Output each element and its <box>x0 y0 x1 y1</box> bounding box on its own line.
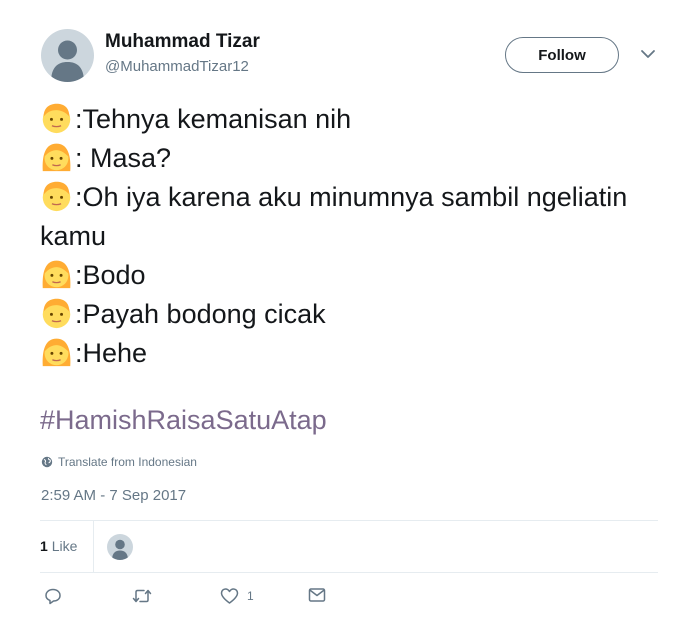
default-avatar-icon <box>112 539 128 560</box>
liker-avatar[interactable] <box>107 534 133 560</box>
hashtag-link[interactable]: #HamishRaisaSatuAtap <box>40 405 327 436</box>
like-button[interactable]: 1 <box>220 587 254 605</box>
tweet-line: :Tehnya kemanisan nih <box>40 100 660 139</box>
envelope-icon <box>308 588 326 602</box>
boy-emoji <box>42 181 71 212</box>
tweet-line-text: :Oh iya karena aku minumnya sambil ngeli… <box>40 182 628 251</box>
boy-emoji <box>42 298 71 329</box>
tweet-line-text: : Masa? <box>75 143 172 173</box>
like-count: 1 <box>247 589 254 603</box>
girl-emoji <box>42 143 71 172</box>
heart-icon <box>220 588 239 604</box>
likes-label: Like <box>51 538 78 554</box>
girl-emoji <box>42 338 71 367</box>
tweet-stats: 1 Like <box>40 521 658 572</box>
tweet-line: :Oh iya karena aku minumnya sambil ngeli… <box>40 178 660 256</box>
default-avatar-icon <box>51 40 84 82</box>
tweet-line-text: :Tehnya kemanisan nih <box>75 104 352 134</box>
translate-link[interactable]: Translate from Indonesian <box>41 455 197 469</box>
tweet-line: :Hehe <box>40 334 660 373</box>
stats-separator <box>93 521 94 572</box>
direct-message-button[interactable] <box>308 587 326 603</box>
tweet-text: :Tehnya kemanisan nih : Masa? :Oh iya ka… <box>40 100 660 373</box>
tweet-line: : Masa? <box>40 139 660 178</box>
retweet-button[interactable] <box>132 587 152 605</box>
boy-emoji <box>42 103 71 134</box>
tweet-line: :Payah bodong cicak <box>40 295 660 334</box>
reply-icon <box>45 588 61 605</box>
tweet-line-text: :Bodo <box>75 260 146 290</box>
user-avatar[interactable] <box>41 29 94 82</box>
user-handle[interactable]: @MuhammadTizar12 <box>105 58 249 75</box>
girl-emoji <box>42 260 71 289</box>
likes-number: 1 <box>40 538 48 554</box>
tweet-line-text: :Hehe <box>75 338 148 368</box>
divider <box>40 572 658 573</box>
reply-button[interactable] <box>44 587 62 605</box>
likes-count[interactable]: 1 Like <box>40 538 77 554</box>
tweet-line: :Bodo <box>40 256 660 295</box>
retweet-icon <box>132 589 152 603</box>
chevron-down-icon[interactable] <box>639 47 657 61</box>
tweet-timestamp[interactable]: 2:59 AM - 7 Sep 2017 <box>41 487 186 504</box>
globe-icon <box>41 456 53 468</box>
user-name[interactable]: Muhammad Tizar <box>105 31 260 53</box>
follow-button[interactable]: Follow <box>505 37 619 73</box>
tweet-line-text: :Payah bodong cicak <box>75 299 326 329</box>
translate-label[interactable]: Translate from Indonesian <box>58 455 197 469</box>
